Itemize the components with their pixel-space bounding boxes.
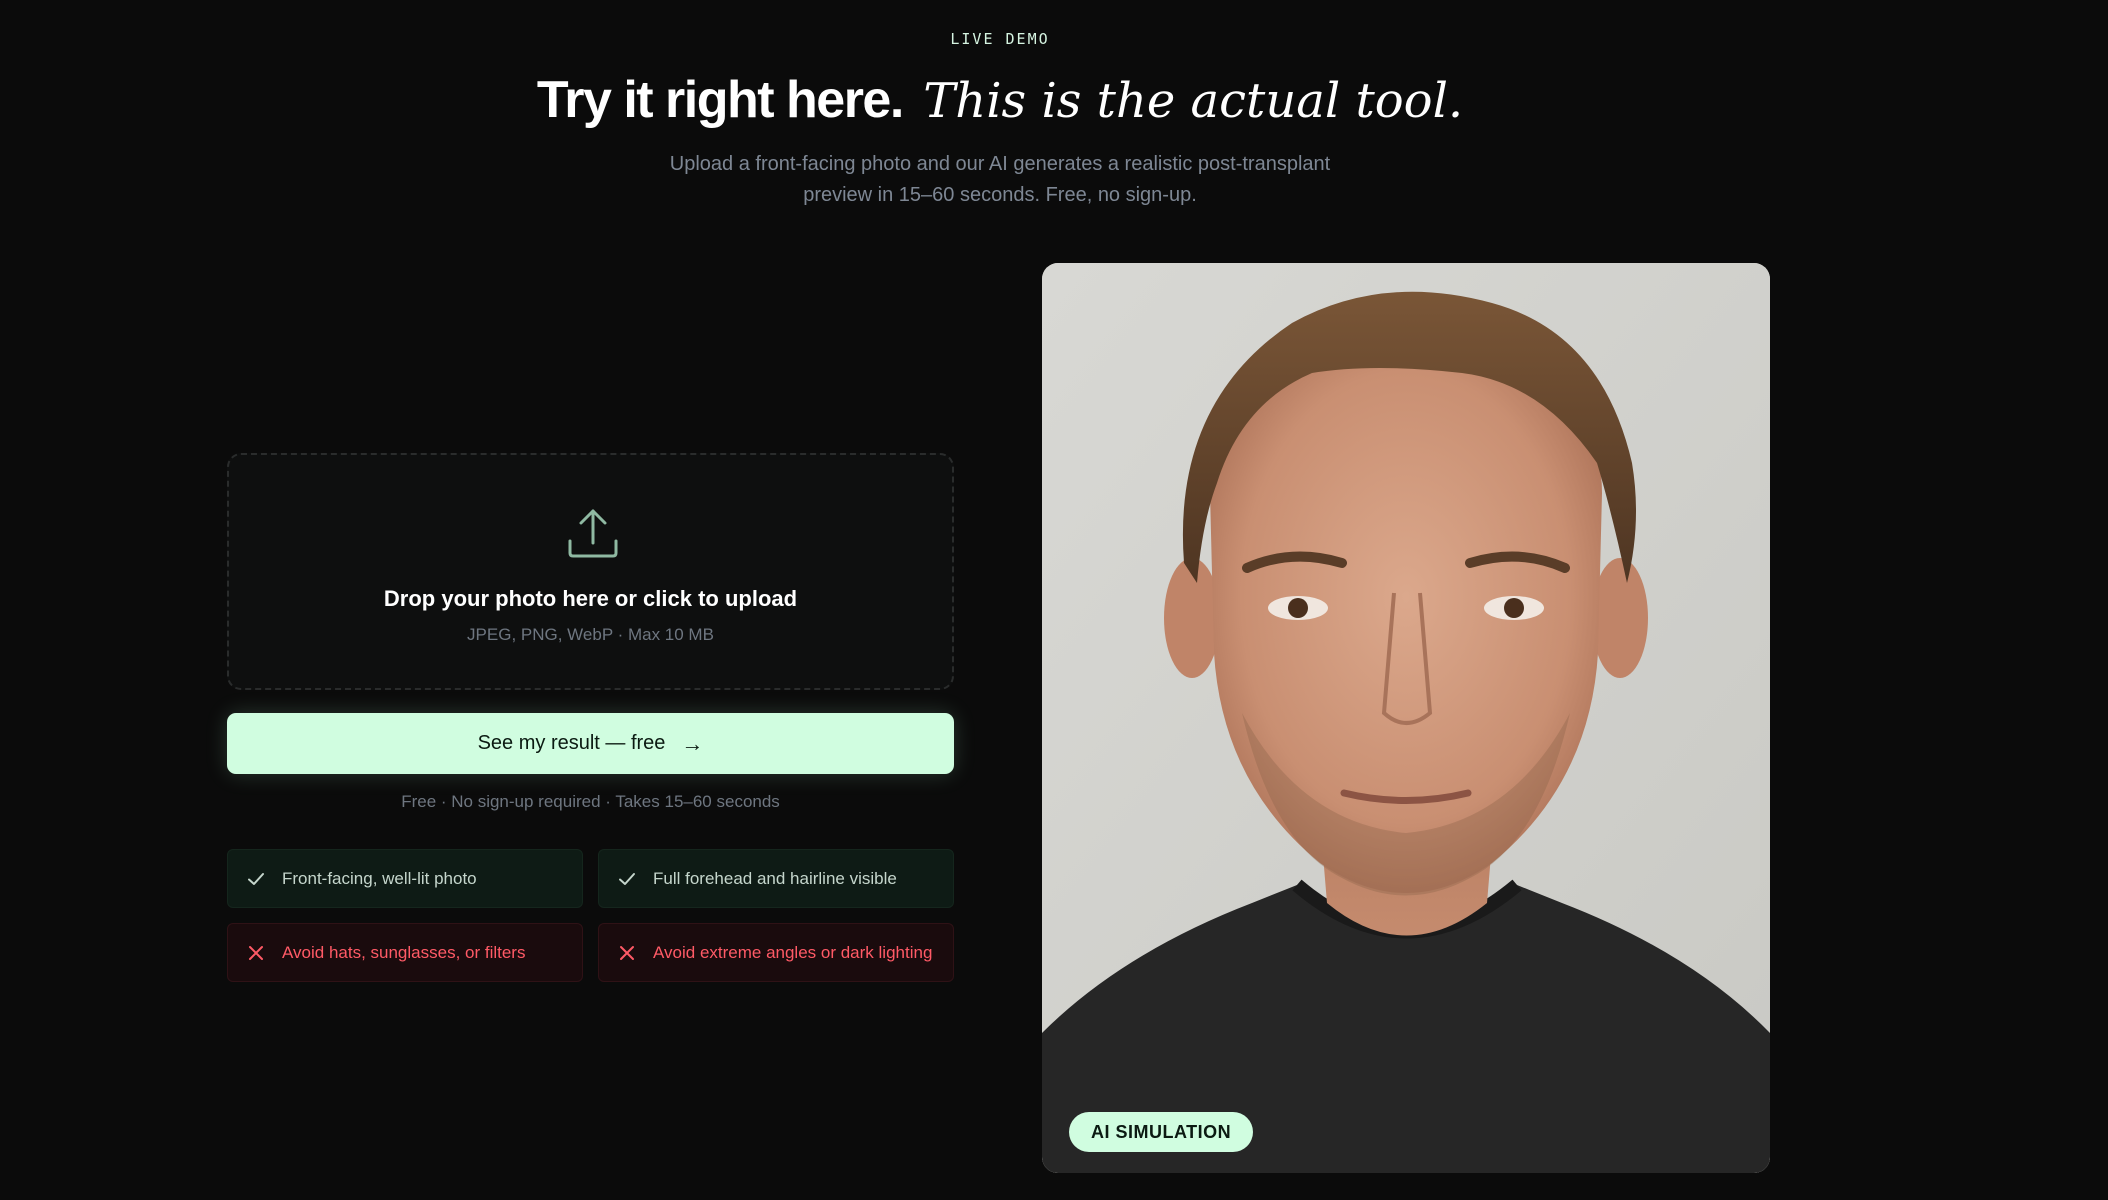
tip-good-hairline-visible: Full forehead and hairline visible [598, 849, 954, 908]
x-icon [620, 945, 634, 960]
tip-bad-extreme-angles: Avoid extreme angles or dark lighting [598, 923, 954, 982]
preview-photo-card: AI SIMULATION [1042, 263, 1770, 1173]
see-result-label: See my result — free [477, 732, 666, 754]
x-icon [249, 945, 263, 960]
section-eyebrow: LIVE DEMO [950, 30, 1050, 48]
tip-text: Front-facing, well-lit photo [282, 868, 477, 888]
check-icon [248, 872, 264, 885]
tip-text: Full forehead and hairline visible [653, 868, 897, 888]
tip-bad-hats-sunglasses: Avoid hats, sunglasses, or filters [227, 923, 583, 982]
heading-italic-text: This is the actual tool. [923, 73, 1464, 129]
upload-file-hint: JPEG, PNG, WebP · Max 10 MB [467, 625, 714, 644]
portrait-image [1042, 263, 1770, 1173]
heading-bold-text: Try it right here. [536, 71, 904, 129]
tip-text: Avoid extreme angles or dark lighting [653, 942, 933, 962]
upload-title: Drop your photo here or click to upload [383, 586, 798, 611]
arrow-right-icon: → [681, 730, 704, 756]
see-result-button[interactable]: See my result — free → [227, 713, 954, 774]
check-icon [619, 872, 635, 885]
section-subtitle: Upload a front-facing photo and our AI g… [640, 149, 1360, 211]
live-demo-section: LIVE DEMO Try it right here. This is the… [0, 0, 2108, 1200]
section-heading: Try it right here. This is the actual to… [0, 64, 2000, 137]
subtitle-line-2: preview in 15–60 seconds. Free, no sign-… [803, 184, 1197, 206]
tip-text: Avoid hats, sunglasses, or filters [282, 942, 526, 962]
upload-icon [568, 509, 618, 558]
cta-note: Free · No sign-up required · Takes 15–60… [401, 792, 780, 811]
tip-good-front-facing: Front-facing, well-lit photo [227, 849, 583, 908]
subtitle-line-1: Upload a front-facing photo and our AI g… [669, 153, 1331, 175]
photo-upload-dropzone[interactable]: Drop your photo here or click to upload … [227, 453, 954, 690]
ai-simulation-badge: AI SIMULATION [1069, 1112, 1254, 1152]
